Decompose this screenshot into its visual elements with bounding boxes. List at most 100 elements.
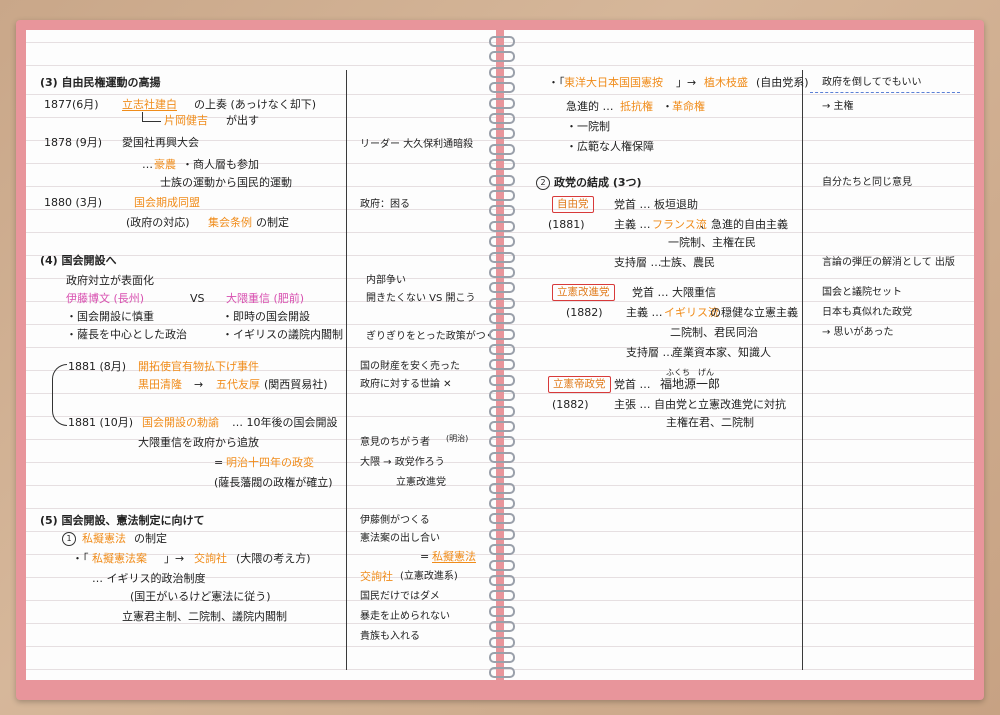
year-1882: (1882): [566, 306, 603, 319]
margin-note: (立憲改進系): [400, 571, 458, 582]
fukuchi-genichiro: 福地源一郎: [660, 377, 721, 391]
note-text: ・即時の国会開設: [222, 310, 310, 323]
date-1880: 1880 (3月): [44, 196, 103, 209]
note-text: =: [214, 456, 224, 469]
note-text: 党首 … 板垣退助: [614, 198, 698, 211]
binding-ring: [489, 544, 515, 556]
note-text: ・「: [548, 76, 565, 89]
binding-ring: [489, 636, 515, 648]
margin-note: 開きたくない VS 開こう: [366, 293, 476, 304]
binding-ring: [489, 36, 515, 47]
margin-note: 憲法案の出し合い: [360, 533, 440, 544]
note-text: 主義 …: [626, 306, 663, 319]
notebook: (3) 自由民権運動の高揚 1877(6月) 立志社建白 の上奏 (あっけなく却…: [16, 20, 984, 700]
note-text: ・広範な人権保障: [566, 140, 654, 153]
margin-note: 貴族も入れる: [360, 631, 420, 642]
binding-ring: [489, 236, 515, 248]
binding-ring: [489, 282, 515, 294]
binding-ring: [489, 190, 515, 201]
margin-note: 大隈 → 政党作ろう: [360, 457, 445, 468]
binding-ring: [489, 174, 515, 186]
date-1878: 1878 (9月): [44, 136, 103, 149]
note-text: ・「: [72, 552, 89, 565]
kojunsha-note: 交詢社: [360, 570, 393, 583]
binding-ring: [489, 82, 515, 94]
margin-note: 政府に対する世論 ✕: [360, 379, 452, 390]
margin-rule: [346, 70, 347, 670]
binding-ring: [489, 513, 515, 525]
binding-ring: [489, 652, 515, 663]
france-ryu: フランス流: [652, 218, 707, 231]
date-1877: 1877(6月): [44, 98, 99, 111]
binding-ring: [489, 97, 515, 109]
binding-ring: [489, 205, 515, 217]
kakumeiken: 革命権: [672, 100, 705, 113]
bracket: [52, 364, 67, 426]
note-text: 士族、農民: [660, 256, 715, 269]
note-text: ・薩長を中心とした政治: [66, 328, 187, 341]
binding-ring: [489, 575, 515, 586]
binding-ring: [489, 51, 515, 63]
binding-ring: [489, 113, 515, 124]
margin-note: 内部争い: [366, 275, 406, 286]
note-text: 主権在君、二院制: [666, 416, 754, 429]
note-text: (政府の対応): [126, 216, 190, 229]
note-text: の穏健な立憲主義: [710, 306, 798, 319]
binding-ring: [489, 528, 515, 540]
okuma-shigenobu: 大隈重信 (肥前): [226, 292, 305, 305]
note-text: 」→: [164, 552, 185, 565]
teikoken: 抵抗権: [620, 100, 653, 113]
margin-note: → 思いがあった: [822, 327, 894, 338]
note-text: 党首 … 大隈重信: [632, 286, 716, 299]
binding-ring: [489, 436, 515, 448]
note-text: …: [142, 158, 153, 171]
note-text: (関西貿易社): [264, 378, 328, 391]
note-text: 政府対立が表面化: [66, 274, 154, 287]
note-text: =: [420, 550, 430, 563]
godai-tomoatsu: 五代友厚: [216, 378, 260, 391]
ueki-emori: 植木枝盛: [704, 76, 748, 89]
ito-hirobumi: 伊藤博文 (長州): [66, 292, 145, 305]
note-text: の制定: [256, 216, 289, 229]
right-page: ・「 東洋大日本国国憲按 」→ 植木枝盛 (自由党系) 政府を倒してでもいい 急…: [504, 30, 974, 680]
shigi-kenpo-an: 私擬憲法案: [92, 552, 147, 565]
note-text: (国王がいるけど憲法に従う): [130, 590, 271, 603]
margin-note: 意見のちがう者: [360, 437, 430, 448]
vs-label: VS: [190, 292, 205, 305]
note-text: 主張 … 自由党と立憲改進党に対抗: [614, 398, 786, 411]
binding-ring: [489, 421, 515, 432]
binding-ring: [489, 344, 515, 355]
year-1881: (1881): [548, 218, 585, 231]
note-text: … イギリス的政治制度: [92, 572, 206, 585]
margin-rule: [802, 70, 803, 670]
note-text: (自由党系): [756, 76, 809, 89]
gono: 豪農: [154, 158, 176, 171]
note-text: 支持層 …: [626, 346, 674, 359]
binding-ring: [489, 66, 515, 78]
year-1882: (1882): [552, 398, 589, 411]
note-text: が出す: [226, 114, 259, 127]
binding-ring: [489, 313, 515, 325]
margin-note: リーダー 大久保利通暗殺: [360, 139, 474, 150]
margin-note: 国の財産を安く売った: [360, 361, 460, 372]
binding-ring: [489, 498, 515, 509]
binding-ring: [489, 251, 515, 263]
branch-arrow: [142, 112, 161, 122]
note-text: 党首 …: [614, 378, 651, 391]
shukai-jorei: 集会条例: [208, 216, 252, 229]
note-text: 支持層 …: [614, 256, 662, 269]
binding-ring: [489, 467, 515, 479]
note-text: 二院制、君民同治: [670, 326, 758, 339]
note-text: 士族の運動から国民的運動: [160, 176, 292, 189]
binding-ring: [489, 159, 515, 171]
toyo-kokkenan: 東洋大日本国国憲按: [564, 76, 663, 89]
section-title: 政党の結成 (3つ): [554, 176, 642, 189]
binding-ring: [489, 374, 515, 386]
section-3-title: (3) 自由民権運動の高揚: [40, 76, 161, 89]
note-text: (大隈の考え方): [236, 552, 311, 565]
kaitakushi-jiken: 開拓使官有物払下げ事件: [138, 360, 259, 373]
note-text: の制定: [134, 532, 167, 545]
margin-note: ぎりぎりをとった政策がつくる: [366, 331, 496, 342]
rikken-teiseito-box: 立憲帝政党: [548, 376, 611, 393]
binding-ring: [489, 405, 515, 417]
